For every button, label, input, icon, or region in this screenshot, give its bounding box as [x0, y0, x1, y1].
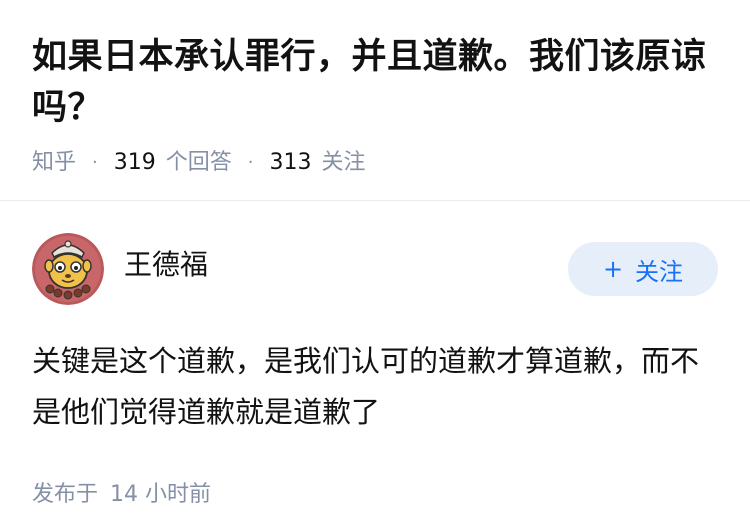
source-label[interactable]: 知乎 — [32, 148, 76, 178]
answer-content[interactable]: 关键是这个道歉，是我们认可的道歉才算道歉，而不是他们觉得道歉就是道歉了 — [32, 336, 702, 438]
follow-count-label: 关注 — [321, 150, 366, 175]
answer-count-label[interactable]: 个回答 — [166, 148, 232, 178]
answer-card: 王德福 + 关注 关键是这个道歉，是我们认可的道歉才算道歉，而不是他们觉得道歉就… — [32, 232, 718, 508]
answer-count: 319 — [113, 150, 156, 175]
meta-separator: · — [247, 152, 254, 173]
follow-count: 313 — [269, 150, 312, 175]
plus-icon: + — [602, 255, 624, 283]
avatar[interactable] — [32, 233, 104, 305]
question-header: 如果日本承认罪行，并且道歉。我们该原谅吗？ 知乎 · 319 个回答 · 313… — [32, 32, 722, 178]
meta-separator: · — [92, 152, 98, 173]
publish-time: 发布于 14 小时前 — [32, 476, 718, 508]
question-title[interactable]: 如果日本承认罪行，并且道歉。我们该原谅吗？ — [32, 32, 722, 134]
follow-button[interactable]: + 关注 — [568, 242, 718, 296]
avatar-cartoon-icon — [32, 233, 104, 305]
question-meta: 知乎 · 319 个回答 · 313 关注 — [32, 148, 722, 178]
section-divider — [0, 200, 750, 201]
author-row: 王德福 + 关注 — [32, 232, 718, 306]
author-name[interactable]: 王德福 — [124, 243, 568, 283]
publish-time-prefix: 发布于 — [32, 482, 99, 507]
follow-button-label: 关注 — [635, 257, 684, 286]
publish-time-value: 14 小时前 — [110, 482, 212, 507]
